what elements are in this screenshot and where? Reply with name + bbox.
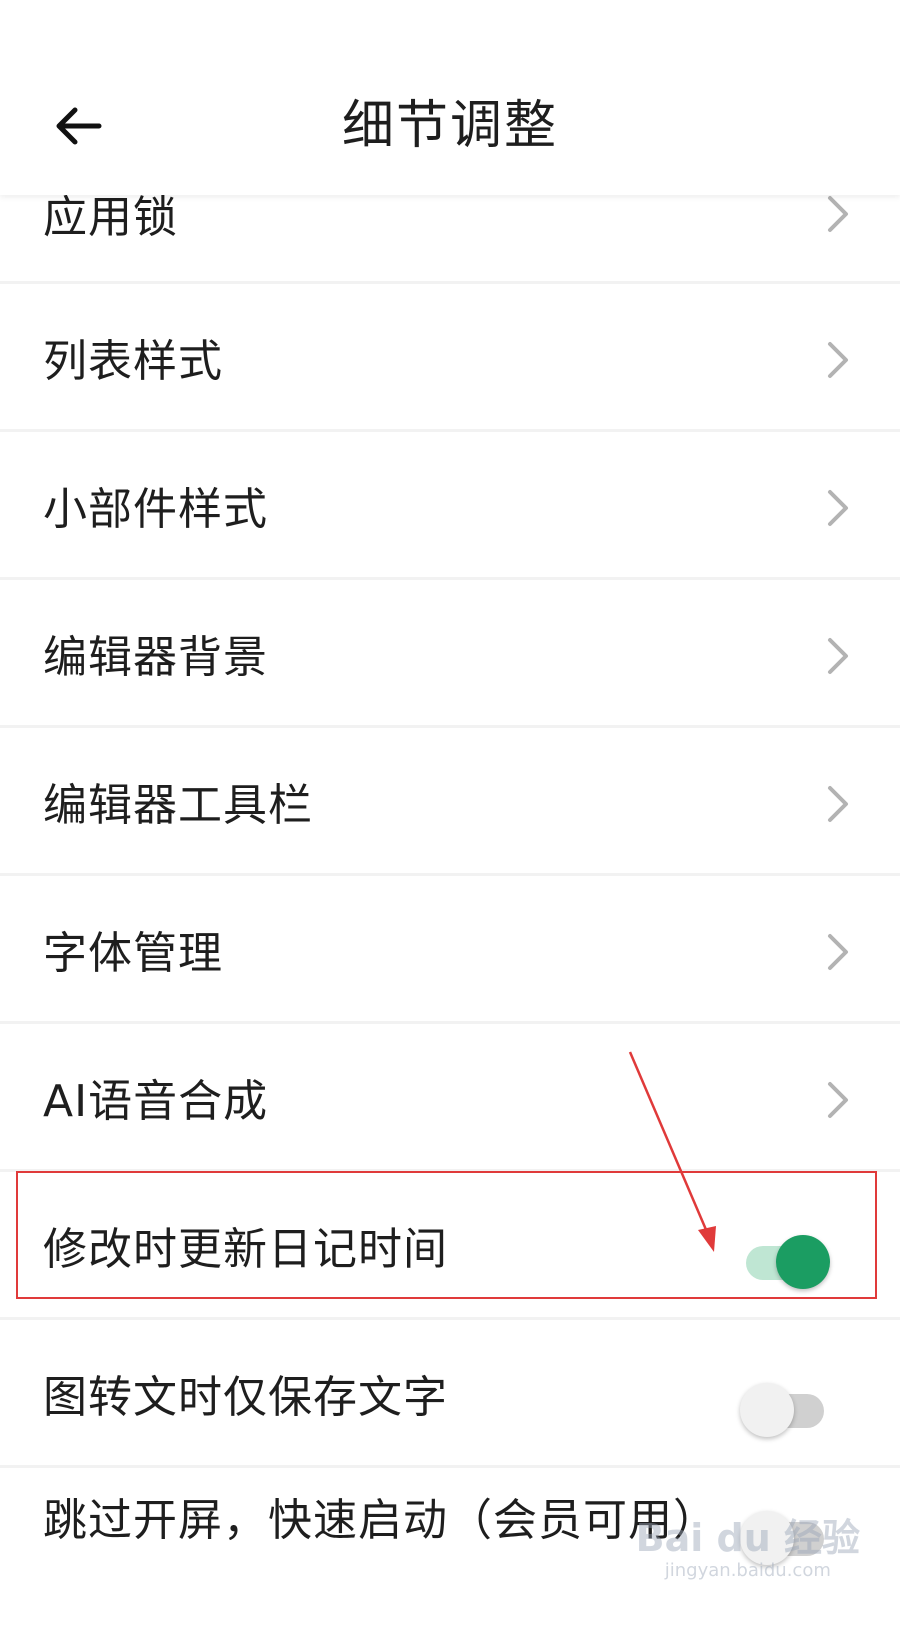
settings-item-label: AI语音合成: [43, 1076, 269, 1127]
ocr-text-only-toggle[interactable]: [740, 1378, 830, 1438]
settings-item-label: 小部件样式: [43, 484, 268, 535]
settings-item-label: 图转文时仅保存文字: [43, 1372, 448, 1423]
chevron-right-icon: [828, 490, 848, 526]
update-diary-time-toggle[interactable]: [740, 1230, 830, 1290]
chevron-right-icon: [828, 934, 848, 970]
settings-item-label: 跳过开屏，快速启动（会员可用）: [43, 1495, 718, 1546]
settings-item-label: 列表样式: [43, 336, 223, 387]
toggle-knob: [740, 1383, 794, 1437]
toggle-knob: [776, 1235, 830, 1289]
settings-item-list-style[interactable]: 列表样式: [0, 284, 900, 432]
settings-list: 应用锁 列表样式 小部件样式 编辑器背景 编辑器工具栏 字体管理 AI语音合成 …: [0, 176, 900, 1648]
settings-item-update-diary-time: 修改时更新日记时间: [0, 1172, 900, 1320]
toggle-knob: [740, 1511, 794, 1565]
settings-item-label: 应用锁: [43, 192, 178, 243]
settings-item-editor-toolbar[interactable]: 编辑器工具栏: [0, 728, 900, 876]
settings-item-widget-style[interactable]: 小部件样式: [0, 432, 900, 580]
chevron-right-icon: [828, 638, 848, 674]
settings-item-label: 字体管理: [43, 928, 223, 979]
chevron-right-icon: [828, 786, 848, 822]
skip-splash-toggle[interactable]: [740, 1506, 830, 1566]
settings-item-label: 编辑器背景: [43, 632, 268, 683]
app-header: 细节调整: [0, 0, 900, 195]
settings-item-ocr-text-only: 图转文时仅保存文字: [0, 1320, 900, 1468]
page-title: 细节调整: [341, 96, 558, 156]
chevron-right-icon: [828, 342, 848, 378]
settings-item-label: 修改时更新日记时间: [43, 1224, 448, 1275]
settings-item-editor-background[interactable]: 编辑器背景: [0, 580, 900, 728]
chevron-right-icon: [828, 196, 848, 232]
chevron-right-icon: [828, 1082, 848, 1118]
settings-item-skip-splash: 跳过开屏，快速启动（会员可用）: [0, 1468, 900, 1648]
settings-item-label: 编辑器工具栏: [43, 780, 313, 831]
settings-item-font-management[interactable]: 字体管理: [0, 876, 900, 1024]
settings-item-ai-speech[interactable]: AI语音合成: [0, 1024, 900, 1172]
